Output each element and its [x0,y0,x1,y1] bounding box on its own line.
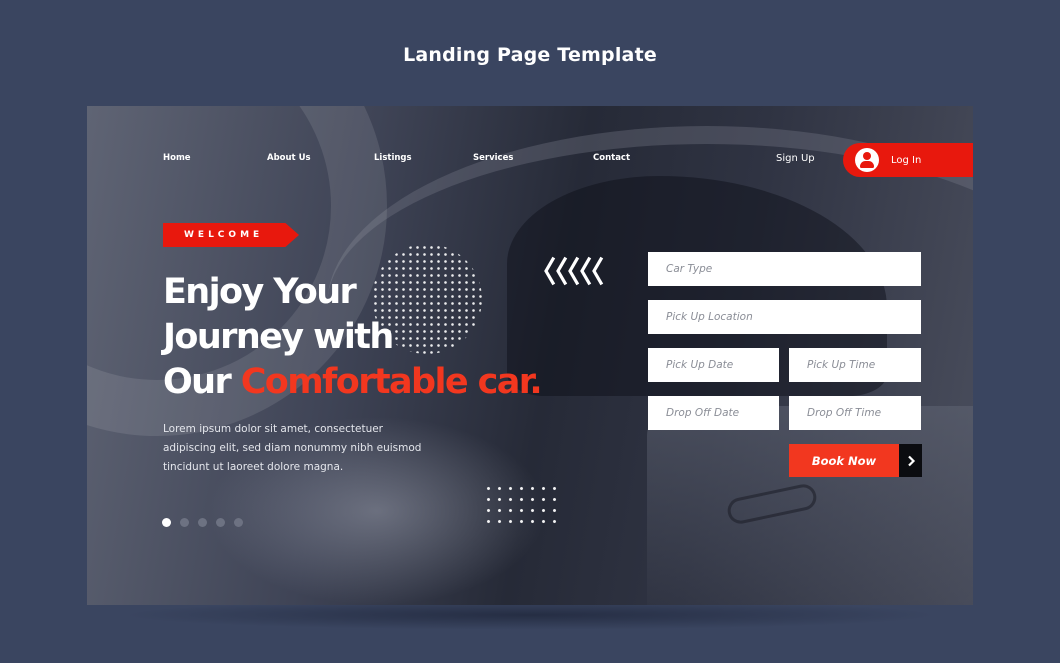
nav-home[interactable]: Home [163,153,191,163]
nav-about-us[interactable]: About Us [267,153,311,163]
dot-pattern-grid [483,483,563,527]
slider-dot[interactable] [198,518,207,527]
pickup-time-field[interactable]: Pick Up Time [789,348,921,382]
welcome-badge: WELCOME [163,223,299,247]
slider-dot[interactable] [234,518,243,527]
nav-contact[interactable]: Contact [593,153,630,163]
pickup-location-field[interactable]: Pick Up Location [648,300,921,334]
chevrons-left-icon [544,256,604,286]
book-now-label: Book Now [789,444,899,477]
hero-description: Lorem ipsum dolor sit amet, consectetuer… [163,423,422,473]
headline-line-3: Our Comfortable car. [163,360,593,405]
page-title: Landing Page Template [403,44,657,66]
nav-services[interactable]: Services [473,153,513,163]
chevron-right-icon [899,444,922,477]
login-button[interactable]: Log In [843,143,973,177]
dropoff-time-field[interactable]: Drop Off Time [789,396,921,430]
hero-headline: Enjoy Your Journey with Our Comfortable … [163,270,593,405]
slider-dot[interactable] [162,518,171,527]
headline-accent: Comfortable car. [240,362,543,402]
dropoff-date-field[interactable]: Drop Off Date [648,396,779,430]
headline-line-2: Journey with [163,317,394,357]
book-now-button[interactable]: Book Now [789,444,922,477]
slider-dots [162,518,243,527]
headline-line-1: Enjoy Your [163,272,357,312]
car-type-field[interactable]: Car Type [648,252,921,286]
user-icon [855,148,879,172]
signup-link[interactable]: Sign Up [776,153,815,164]
hero-banner: Home About Us Listings Services Contact … [87,106,973,605]
slider-dot[interactable] [180,518,189,527]
pickup-date-field[interactable]: Pick Up Date [648,348,779,382]
login-label: Log In [891,154,922,166]
slider-dot[interactable] [216,518,225,527]
headline-prefix: Our [163,362,241,402]
nav-listings[interactable]: Listings [374,153,412,163]
